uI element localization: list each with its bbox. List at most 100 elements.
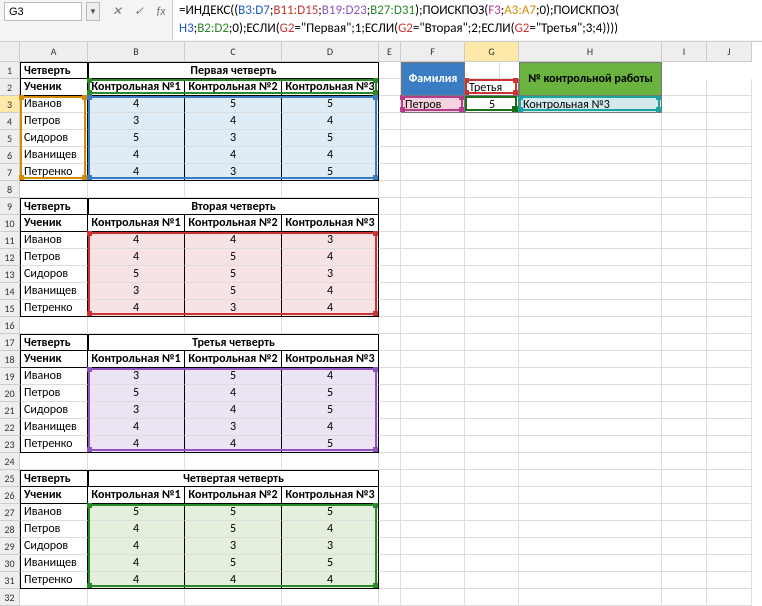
cell[interactable]: 5 <box>282 385 379 402</box>
column-header[interactable]: I <box>662 42 707 62</box>
cell[interactable]: 3 <box>282 232 379 249</box>
cell[interactable]: Контрольная №2 <box>185 79 282 96</box>
cell[interactable] <box>379 96 401 113</box>
cell[interactable] <box>707 368 752 385</box>
cell[interactable]: 3 <box>88 283 185 300</box>
cell[interactable]: 5 <box>185 368 282 385</box>
cell[interactable] <box>401 589 465 606</box>
column-header[interactable]: A <box>20 42 88 62</box>
column-header[interactable]: F <box>401 42 465 62</box>
cell[interactable] <box>379 487 401 504</box>
cell[interactable] <box>401 198 465 215</box>
cell[interactable] <box>519 334 662 351</box>
cell[interactable]: 5 <box>88 504 185 521</box>
cell[interactable] <box>465 334 519 351</box>
cell[interactable]: Контрольная №3 <box>282 215 379 232</box>
cell[interactable] <box>379 130 401 147</box>
cell[interactable]: 3 <box>185 419 282 436</box>
cell[interactable] <box>465 300 519 317</box>
cell[interactable]: 4 <box>282 249 379 266</box>
cell[interactable]: 4 <box>282 521 379 538</box>
cell[interactable]: 4 <box>282 300 379 317</box>
cell[interactable]: 5 <box>185 504 282 521</box>
cell[interactable] <box>185 181 282 198</box>
cell[interactable]: Третья четверть <box>88 334 379 351</box>
cell[interactable] <box>465 572 519 589</box>
row-header[interactable]: 23 <box>0 436 19 453</box>
cell[interactable] <box>662 283 707 300</box>
cell[interactable]: 4 <box>282 572 379 589</box>
cell[interactable] <box>379 351 401 368</box>
cell[interactable]: 4 <box>88 164 185 181</box>
cell[interactable]: № контрольной работы <box>519 62 662 96</box>
column-header[interactable]: E <box>379 42 401 62</box>
cell[interactable] <box>185 589 282 606</box>
cell[interactable] <box>707 300 752 317</box>
cell[interactable] <box>519 317 662 334</box>
cell[interactable] <box>379 504 401 521</box>
cell[interactable] <box>519 232 662 249</box>
cell[interactable]: 4 <box>88 419 185 436</box>
cell[interactable]: Четверть <box>20 198 88 215</box>
cell[interactable] <box>519 572 662 589</box>
cell[interactable] <box>379 317 401 334</box>
cell[interactable]: Ученик <box>20 215 88 232</box>
cell[interactable]: Фамилия <box>401 62 465 96</box>
cell[interactable]: 3 <box>185 164 282 181</box>
cell[interactable] <box>185 317 282 334</box>
cell[interactable] <box>401 283 465 300</box>
cell[interactable] <box>519 351 662 368</box>
cell[interactable] <box>282 589 379 606</box>
cell[interactable] <box>465 249 519 266</box>
cell[interactable] <box>519 181 662 198</box>
column-header[interactable]: H <box>519 42 662 62</box>
cell[interactable] <box>662 147 707 164</box>
row-header[interactable]: 31 <box>0 572 19 589</box>
cell[interactable] <box>662 266 707 283</box>
cell[interactable] <box>401 300 465 317</box>
cell[interactable] <box>379 470 401 487</box>
row-header[interactable]: 18 <box>0 351 19 368</box>
cell[interactable] <box>519 436 662 453</box>
cell[interactable] <box>401 538 465 555</box>
cell[interactable] <box>662 453 707 470</box>
cell[interactable] <box>519 589 662 606</box>
row-header[interactable]: 1 <box>0 62 19 79</box>
cell[interactable]: 5 <box>282 555 379 572</box>
cell[interactable] <box>662 487 707 504</box>
cell[interactable]: 4 <box>185 113 282 130</box>
cell[interactable] <box>707 351 752 368</box>
cell[interactable] <box>707 334 752 351</box>
cell[interactable] <box>519 453 662 470</box>
cell[interactable] <box>519 368 662 385</box>
cell[interactable]: Сидоров <box>20 266 88 283</box>
cell[interactable] <box>465 368 519 385</box>
cell[interactable]: 4 <box>88 147 185 164</box>
cell[interactable]: Иванищев <box>20 419 88 436</box>
cell[interactable] <box>707 419 752 436</box>
cell[interactable] <box>401 521 465 538</box>
cell-grid[interactable]: ЧетвертьПервая четвертьФамилия№ четв.№ к… <box>20 62 762 606</box>
cell[interactable]: 5 <box>282 436 379 453</box>
cell[interactable] <box>465 436 519 453</box>
cell[interactable] <box>519 283 662 300</box>
cell[interactable] <box>20 181 88 198</box>
row-header[interactable]: 2 <box>0 79 19 96</box>
cell[interactable] <box>662 402 707 419</box>
cell[interactable]: Ученик <box>20 79 88 96</box>
cell[interactable] <box>401 266 465 283</box>
row-header[interactable]: 22 <box>0 419 19 436</box>
cell[interactable] <box>662 334 707 351</box>
cell[interactable] <box>662 232 707 249</box>
cell[interactable] <box>379 266 401 283</box>
row-header[interactable]: 19 <box>0 368 19 385</box>
cell[interactable] <box>20 453 88 470</box>
cell[interactable]: 3 <box>282 266 379 283</box>
cell[interactable] <box>662 113 707 130</box>
cell[interactable] <box>379 181 401 198</box>
cell[interactable]: 4 <box>88 572 185 589</box>
cell[interactable] <box>662 385 707 402</box>
cell[interactable] <box>465 130 519 147</box>
cell[interactable] <box>662 79 707 96</box>
cell[interactable] <box>379 521 401 538</box>
